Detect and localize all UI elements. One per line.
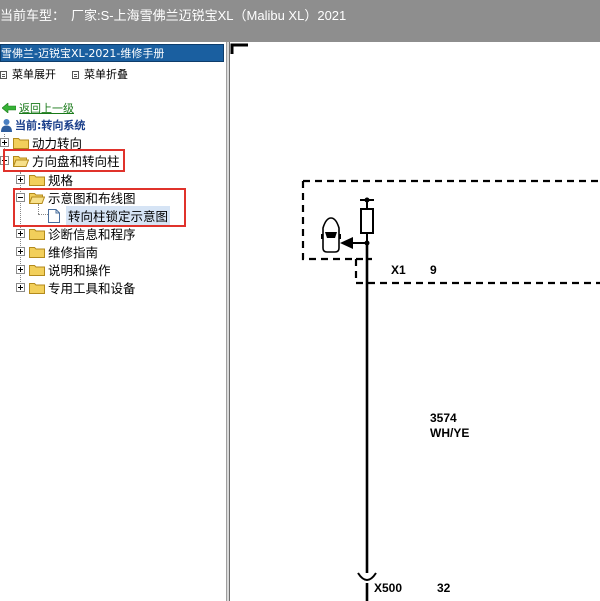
vehicle-title-bar: 当前车型： 厂家:S-上海雪佛兰迈锐宝XL（Malibu XL）2021 <box>0 0 600 42</box>
expand-toggle[interactable] <box>0 138 9 147</box>
folder-icon <box>29 247 45 258</box>
circuit-number: 3574 <box>430 411 457 425</box>
connector-bottom-pin: 32 <box>437 581 451 595</box>
resistor-symbol <box>360 208 374 234</box>
tree-item-label: 规格 <box>48 173 74 188</box>
expand-toggle[interactable] <box>16 229 25 238</box>
tree-item-label: 说明和操作 <box>48 263 111 278</box>
component-boundary <box>301 179 600 285</box>
tree-item-label: 专用工具和设备 <box>48 281 136 296</box>
wiring-diagram-pane: X1 9 3574 WH/YE X500 32 <box>230 42 600 601</box>
tree-item-specs[interactable]: 规格 <box>16 171 73 188</box>
highlight-box-schematics <box>13 188 186 227</box>
connector-top-label: X1 <box>391 263 406 277</box>
connector-top-pin: 9 <box>430 263 437 277</box>
tree-item-repair-guide[interactable]: 维修指南 <box>16 243 98 260</box>
connector-cup-symbol <box>357 572 377 581</box>
current-vehicle-label: 当前车型： <box>0 8 66 23</box>
tree-item-description-operation[interactable]: 说明和操作 <box>16 261 111 278</box>
tree-item-label: 维修指南 <box>48 245 99 260</box>
arrow-head-icon <box>340 237 353 249</box>
expand-toggle[interactable] <box>16 265 25 274</box>
wire-color: WH/YE <box>430 426 469 440</box>
connector-bottom-label: X500 <box>374 581 402 595</box>
expand-toggle[interactable] <box>16 175 25 184</box>
folder-icon <box>29 229 45 240</box>
current-vehicle-value: 厂家:S-上海雪佛兰迈锐宝XL（Malibu XL）2021 <box>71 8 347 23</box>
highlight-box-wheel-column <box>3 149 125 172</box>
steering-tree: 动力转向 方向盘和转向柱 规格 示意图和布线图 转向柱锁定示意图 诊断信息和程序… <box>0 42 226 601</box>
expand-toggle[interactable] <box>16 247 25 256</box>
expand-toggle[interactable] <box>16 283 25 292</box>
tree-item-diagnostics[interactable]: 诊断信息和程序 <box>16 225 136 242</box>
wiring-diagram: X1 9 3574 WH/YE X500 32 <box>230 43 600 601</box>
folder-icon <box>29 175 45 186</box>
page-corner-marker <box>230 43 248 54</box>
tree-item-special-tools[interactable]: 专用工具和设备 <box>16 279 136 296</box>
folder-icon <box>13 138 29 149</box>
navigation-pane: 雪佛兰-迈锐宝XL-2021-维修手册 菜单展开 菜单折叠 返回上一级 当前:转… <box>0 42 226 601</box>
folder-icon <box>29 265 45 276</box>
vehicle-icon <box>321 217 341 253</box>
folder-icon <box>29 283 45 294</box>
